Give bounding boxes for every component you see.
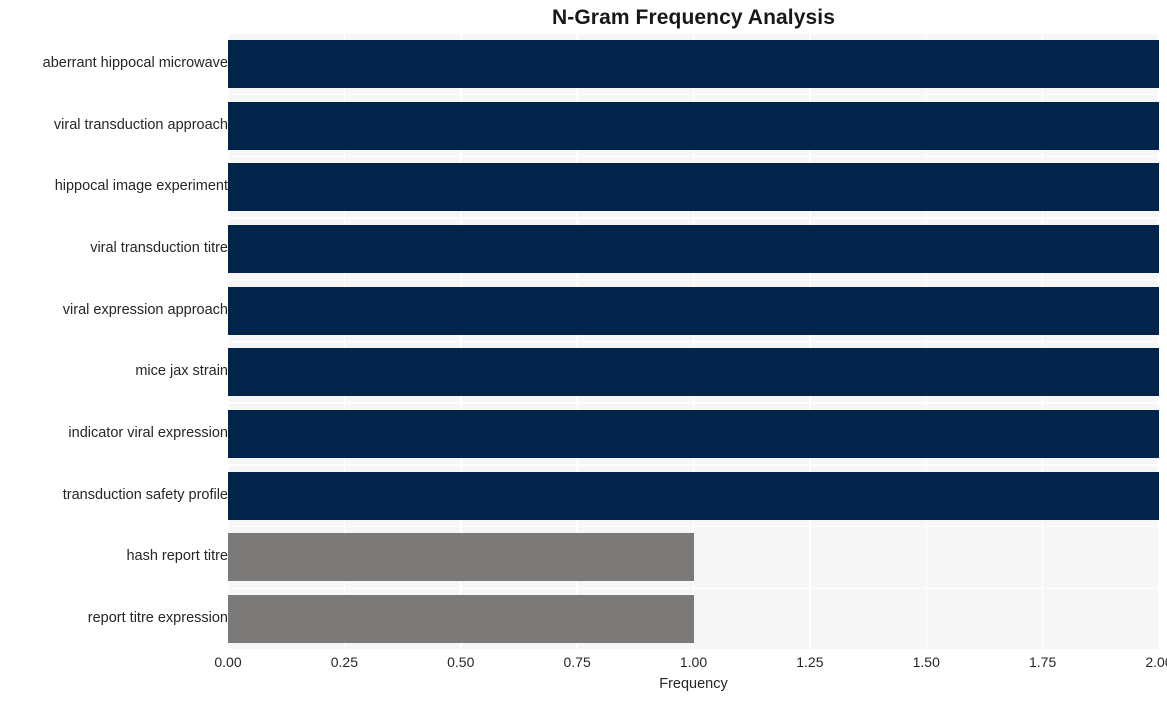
y-axis-tick-label: viral transduction approach bbox=[53, 116, 228, 133]
x-axis-tick-label: 0.75 bbox=[563, 654, 591, 670]
chart-title: N-Gram Frequency Analysis bbox=[552, 6, 835, 29]
gridline-horizontal bbox=[228, 155, 1159, 158]
x-axis-tick-label: 0.25 bbox=[330, 654, 358, 670]
bar[interactable] bbox=[228, 533, 694, 582]
gridline-horizontal bbox=[228, 93, 1159, 96]
y-axis-tick-label: hash report titre bbox=[126, 548, 228, 565]
bar[interactable] bbox=[228, 101, 1159, 150]
y-axis-tick-labels: aberrant hippocal microwave viral transdu… bbox=[0, 33, 228, 650]
x-axis-tick-label: 0.00 bbox=[214, 654, 242, 670]
x-axis-tick-labels: 0.00 0.25 0.50 0.75 1.00 1.25 1.50 1.75 2.00 bbox=[0, 652, 1167, 674]
gridline-horizontal bbox=[228, 217, 1159, 219]
x-axis-tick-label: 1.25 bbox=[796, 654, 824, 670]
gridline-horizontal bbox=[228, 340, 1159, 343]
x-axis-tick-label: 1.75 bbox=[1029, 654, 1057, 670]
x-axis-tick-label: 2.00 bbox=[1145, 654, 1167, 670]
x-axis-tick-label: 0.50 bbox=[447, 654, 475, 670]
bar[interactable] bbox=[228, 224, 1159, 273]
bar[interactable] bbox=[228, 348, 1159, 397]
x-axis-tick-label: 1.00 bbox=[679, 654, 708, 670]
bar[interactable] bbox=[228, 39, 1159, 88]
y-axis-tick-label: transduction safety profile bbox=[62, 486, 228, 503]
bar[interactable] bbox=[228, 163, 1159, 212]
y-axis-tick-label: aberrant hippocal microwave bbox=[42, 54, 228, 71]
y-axis-tick-label: hippocal image experiment bbox=[54, 178, 228, 195]
y-axis-tick-label: report titre expression bbox=[87, 610, 228, 627]
y-axis-tick-label: mice jax strain bbox=[135, 363, 228, 380]
gridline-horizontal bbox=[228, 649, 1159, 650]
y-axis-tick-label: viral expression approach bbox=[62, 301, 228, 318]
chart-figure: N-Gram Frequency Analysis aberrant hippo… bbox=[0, 0, 1167, 701]
bar[interactable] bbox=[228, 595, 694, 644]
gridline-horizontal bbox=[228, 587, 1159, 590]
bar[interactable] bbox=[228, 471, 1159, 520]
plot-area bbox=[228, 33, 1159, 650]
x-axis-tick-label: 1.50 bbox=[912, 654, 940, 670]
y-axis-tick-label: indicator viral expression bbox=[68, 425, 228, 442]
x-axis-label: Frequency bbox=[659, 676, 728, 692]
gridline-horizontal bbox=[228, 525, 1159, 528]
gridline-horizontal bbox=[228, 33, 1159, 34]
y-axis-tick-label: viral transduction titre bbox=[90, 239, 228, 256]
gridline-horizontal bbox=[228, 464, 1159, 466]
bar[interactable] bbox=[228, 286, 1159, 335]
bar[interactable] bbox=[228, 410, 1159, 459]
gridline-horizontal bbox=[228, 402, 1159, 404]
gridline-horizontal bbox=[228, 279, 1159, 281]
